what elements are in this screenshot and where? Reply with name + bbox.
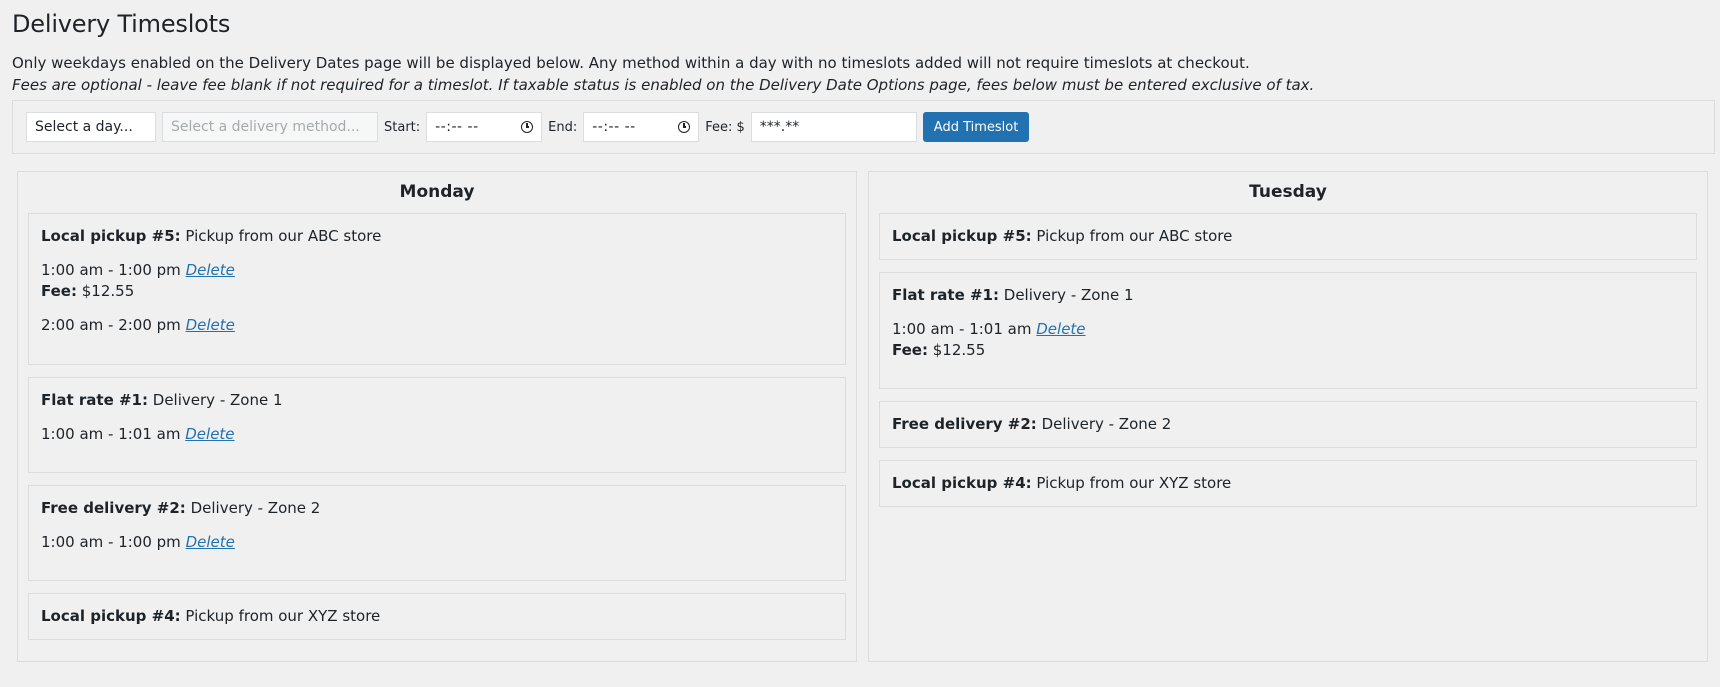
- clock-icon[interactable]: [678, 121, 691, 133]
- method-card: Free delivery #2: Delivery - Zone 2: [879, 401, 1697, 448]
- end-time-value: --:-- --: [592, 119, 636, 135]
- timeslot-time: 1:00 am - 1:01 am: [892, 320, 1032, 338]
- timeslot: 1:00 am - 1:00 pm Delete: [41, 532, 833, 553]
- page-title: Delivery Timeslots: [12, 10, 231, 38]
- method-label: Local pickup #5:: [892, 227, 1032, 245]
- day-column-tuesday: Tuesday Local pickup #5: Pickup from our…: [868, 171, 1708, 662]
- day-column-monday: Monday Local pickup #5: Pickup from our …: [17, 171, 857, 662]
- clock-icon[interactable]: [521, 121, 534, 133]
- delete-link[interactable]: Delete: [186, 261, 235, 279]
- delete-link[interactable]: Delete: [186, 533, 235, 551]
- method-description: Pickup from our XYZ store: [185, 607, 381, 625]
- method-description: Delivery - Zone 2: [1041, 415, 1172, 433]
- method-card: Local pickup #4: Pickup from our XYZ sto…: [879, 460, 1697, 507]
- method-label: Local pickup #4:: [41, 607, 181, 625]
- fee-label: Fee:: [41, 282, 77, 300]
- method-description: Pickup from our XYZ store: [1036, 474, 1232, 492]
- timeslot: 1:00 am - 1:01 am Delete: [41, 424, 833, 445]
- method-description: Delivery - Zone 1: [152, 391, 283, 409]
- method-label: Local pickup #5:: [41, 227, 181, 245]
- method-label: Free delivery #2:: [41, 499, 186, 517]
- day-title: Monday: [399, 182, 475, 202]
- add-timeslot-toolbar: Select a day... Select a delivery method…: [12, 100, 1715, 154]
- method-card: Local pickup #4: Pickup from our XYZ sto…: [28, 593, 846, 640]
- fee-input[interactable]: ***.**: [750, 112, 917, 142]
- method-description: Pickup from our ABC store: [1036, 227, 1233, 245]
- method-heading: Local pickup #4: Pickup from our XYZ sto…: [892, 472, 1684, 494]
- start-label: Start:: [384, 119, 421, 135]
- start-time-input[interactable]: --:-- --: [426, 112, 543, 142]
- start-time-value: --:-- --: [435, 119, 479, 135]
- method-heading: Free delivery #2: Delivery - Zone 2: [41, 497, 833, 519]
- fee-label: Fee: $: [705, 119, 745, 135]
- weekday-note: Only weekdays enabled on the Delivery Da…: [12, 54, 1250, 72]
- method-card: Free delivery #2: Delivery - Zone 2 1:00…: [28, 485, 846, 581]
- timeslot-time: 1:00 am - 1:01 am: [41, 425, 181, 443]
- method-heading: Flat rate #1: Delivery - Zone 1: [892, 284, 1684, 306]
- fee-note: Fees are optional - leave fee blank if n…: [12, 76, 1315, 94]
- timeslot: 2:00 am - 2:00 pm Delete: [41, 315, 833, 336]
- end-label: End:: [548, 119, 578, 135]
- delete-link[interactable]: Delete: [186, 316, 235, 334]
- delete-link[interactable]: Delete: [185, 425, 234, 443]
- day-select[interactable]: Select a day...: [26, 112, 156, 142]
- method-heading: Local pickup #5: Pickup from our ABC sto…: [41, 225, 833, 247]
- method-description: Delivery - Zone 1: [1003, 286, 1134, 304]
- fee-value: $12.55: [932, 341, 986, 359]
- method-card: Flat rate #1: Delivery - Zone 1 1:00 am …: [28, 377, 846, 473]
- delete-link[interactable]: Delete: [1036, 320, 1085, 338]
- method-heading: Flat rate #1: Delivery - Zone 1: [41, 389, 833, 411]
- method-label: Flat rate #1:: [892, 286, 999, 304]
- timeslot: 1:00 am - 1:01 am Delete Fee: $12.55: [892, 319, 1684, 361]
- method-heading: Local pickup #5: Pickup from our ABC sto…: [892, 225, 1684, 247]
- timeslot-time: 2:00 am - 2:00 pm: [41, 316, 181, 334]
- method-description: Pickup from our ABC store: [185, 227, 382, 245]
- delivery-method-select[interactable]: Select a delivery method...: [162, 112, 378, 142]
- method-card: Local pickup #5: Pickup from our ABC sto…: [879, 213, 1697, 260]
- method-heading: Local pickup #4: Pickup from our XYZ sto…: [41, 605, 833, 627]
- method-label: Local pickup #4:: [892, 474, 1032, 492]
- days-container: Monday Local pickup #5: Pickup from our …: [12, 171, 1708, 662]
- method-label: Free delivery #2:: [892, 415, 1037, 433]
- fee-label: Fee:: [892, 341, 928, 359]
- method-heading: Free delivery #2: Delivery - Zone 2: [892, 413, 1684, 435]
- page: Delivery Timeslots Only weekdays enabled…: [0, 0, 1720, 662]
- timeslot-time: 1:00 am - 1:00 pm: [41, 533, 181, 551]
- timeslot-time: 1:00 am - 1:00 pm: [41, 261, 181, 279]
- end-time-input[interactable]: --:-- --: [583, 112, 700, 142]
- timeslot: 1:00 am - 1:00 pm Delete Fee: $12.55: [41, 260, 833, 302]
- method-label: Flat rate #1:: [41, 391, 148, 409]
- add-timeslot-button[interactable]: Add Timeslot: [922, 112, 1030, 142]
- fee-value: $12.55: [81, 282, 135, 300]
- method-card: Local pickup #5: Pickup from our ABC sto…: [28, 213, 846, 365]
- method-card: Flat rate #1: Delivery - Zone 1 1:00 am …: [879, 272, 1697, 389]
- day-title: Tuesday: [1249, 182, 1327, 202]
- method-description: Delivery - Zone 2: [190, 499, 321, 517]
